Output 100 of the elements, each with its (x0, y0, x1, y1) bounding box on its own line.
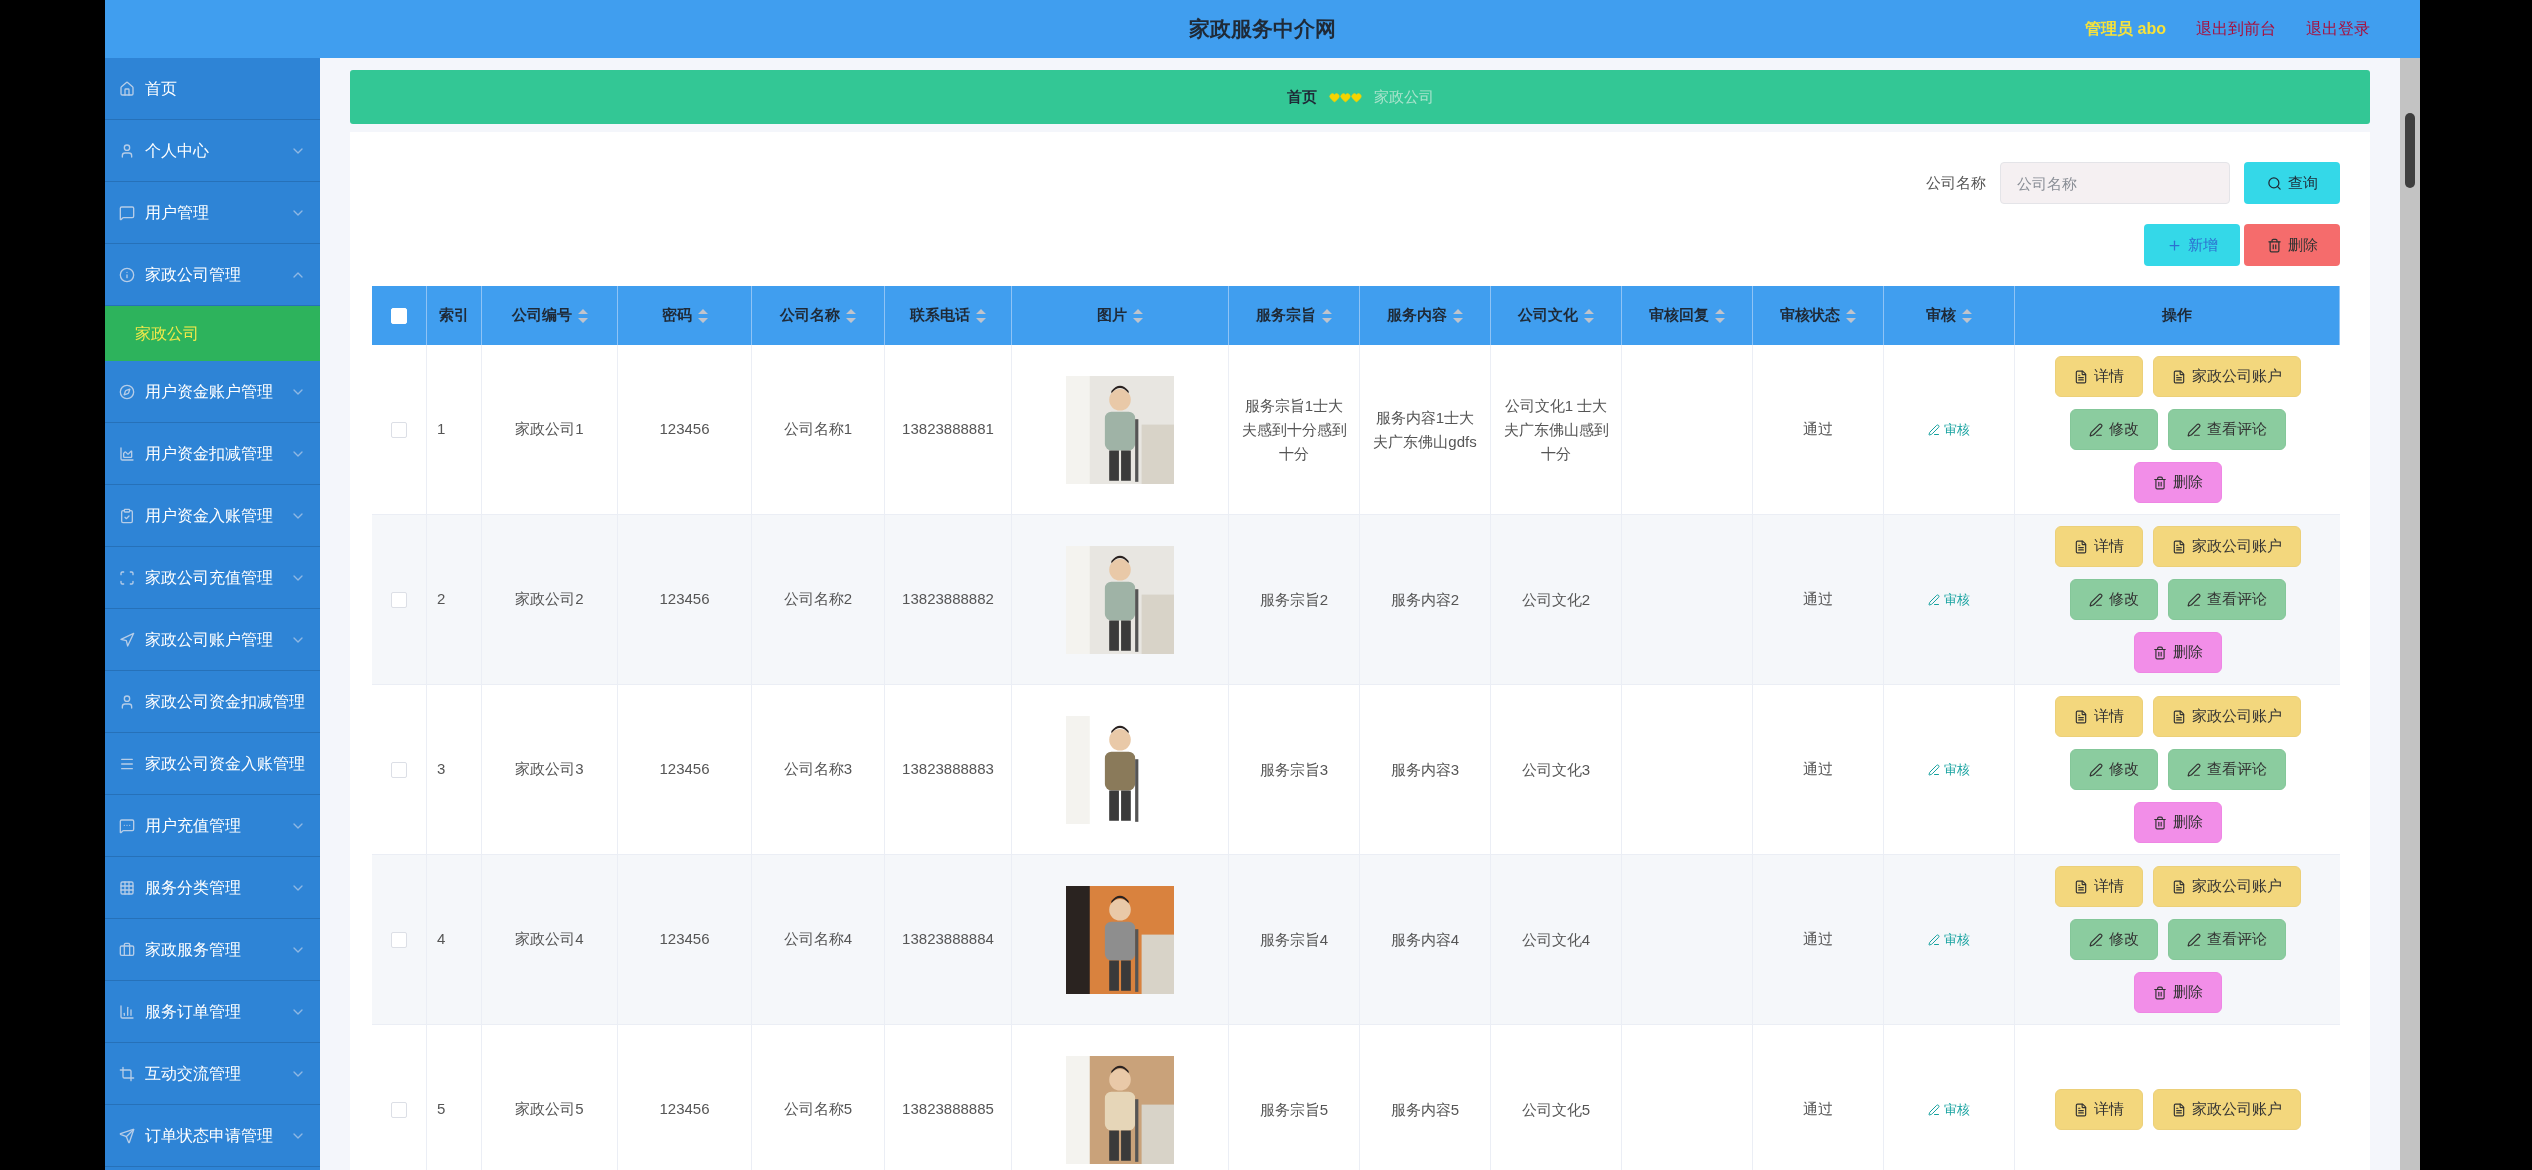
sidebar-item[interactable]: 用户资金扣减管理 (105, 423, 320, 485)
search-label: 公司名称 (1926, 172, 1986, 193)
action-button[interactable]: 查看评论 (2167, 409, 2286, 450)
table-cell-text: 123456 (659, 419, 710, 440)
checkbox[interactable] (391, 591, 407, 608)
action-button[interactable]: 删除 (2133, 802, 2222, 843)
action-button[interactable]: 查看评论 (2167, 919, 2286, 960)
menu-icon (119, 941, 135, 958)
menu-icon (119, 383, 135, 400)
action-button[interactable]: 查看评论 (2167, 749, 2286, 790)
sidebar-item[interactable]: 互动交流管理 (105, 1043, 320, 1105)
action-button[interactable]: 详情 (2054, 356, 2143, 397)
action-button[interactable]: 删除 (2133, 972, 2222, 1013)
table-cell-text: 4 (437, 929, 446, 950)
menu-icon (119, 631, 135, 648)
action-button[interactable]: 修改 (2069, 749, 2158, 790)
sort-icon[interactable] (846, 308, 856, 323)
sidebar-item[interactable]: 用户资金账户管理 (105, 361, 320, 423)
table-cell-text: 13823888883 (902, 759, 994, 780)
sort-icon[interactable] (697, 308, 708, 323)
sort-icon[interactable] (1322, 308, 1332, 323)
table-cell-text: 家政公司2 (515, 589, 584, 610)
action-button[interactable]: 家政公司账户 (2152, 356, 2301, 397)
search-button[interactable]: 查询 (2244, 162, 2340, 204)
action-button[interactable]: 家政公司账户 (2152, 696, 2301, 737)
action-button[interactable]: 详情 (2054, 696, 2143, 737)
review-link[interactable]: 审核 (1928, 1099, 1970, 1120)
checkbox[interactable] (391, 761, 407, 778)
table-cell-text: 服务内容3 (1390, 759, 1460, 780)
search-field[interactable]: 公司名称 (2000, 162, 2230, 204)
sidebar-item[interactable]: 首页 (105, 58, 320, 120)
table-cell-text: 公司名称5 (783, 1099, 853, 1120)
table-cell-text: 服务宗旨3 (1259, 759, 1329, 780)
action-button[interactable]: 家政公司账户 (2152, 526, 2301, 567)
sidebar-item[interactable]: 订单状态申请管理 (105, 1105, 320, 1167)
document-icon (2073, 539, 2088, 554)
trash-icon (2152, 985, 2167, 1000)
header-link[interactable]: 退出登录 (2306, 17, 2370, 41)
delete-button[interactable]: 删除 (2244, 224, 2340, 266)
table-cell-text: 123456 (659, 759, 710, 780)
action-button[interactable]: 家政公司账户 (2152, 866, 2301, 907)
pencil-icon (1928, 933, 1940, 946)
table-cell-text: 通过 (1803, 759, 1833, 780)
pencil-icon (2088, 932, 2103, 947)
table-cell-text: 13823888882 (902, 589, 994, 610)
sidebar-item[interactable]: 用户管理 (105, 182, 320, 244)
add-button[interactable]: 新增 (2144, 224, 2240, 266)
sidebar-item[interactable]: 家政公司资金扣减管理 (105, 671, 320, 733)
action-button[interactable]: 修改 (2069, 579, 2158, 620)
action-button[interactable]: 删除 (2133, 462, 2222, 503)
action-button[interactable]: 家政公司账户 (2152, 1089, 2301, 1130)
menu-icon (119, 445, 135, 462)
menu-icon (119, 266, 135, 283)
table-cell-text: 通过 (1803, 589, 1833, 610)
heart-icon (1339, 91, 1351, 103)
sort-icon[interactable] (1133, 308, 1143, 323)
sidebar-item[interactable]: 家政公司充值管理 (105, 547, 320, 609)
action-button[interactable]: 删除 (2133, 632, 2222, 673)
sidebar-item[interactable]: 家政公司账户管理 (105, 609, 320, 671)
sort-icon[interactable] (577, 308, 588, 323)
review-link[interactable]: 审核 (1928, 759, 1970, 780)
pencil-icon (2088, 592, 2103, 607)
table-cell-text: 家政公司3 (515, 759, 584, 780)
sort-icon[interactable] (1846, 308, 1856, 323)
sort-icon[interactable] (1962, 308, 1972, 323)
header-link[interactable]: 退出到前台 (2196, 17, 2276, 41)
document-icon (2171, 709, 2186, 724)
action-button[interactable]: 修改 (2069, 409, 2158, 450)
sort-icon[interactable] (976, 308, 986, 323)
sidebar-item[interactable]: 家政服务管理 (105, 919, 320, 981)
table-cell-text: 公司名称4 (783, 929, 853, 950)
action-button[interactable]: 修改 (2069, 919, 2158, 960)
sort-icon[interactable] (1584, 308, 1594, 323)
sidebar-item[interactable]: 服务分类管理 (105, 857, 320, 919)
action-button[interactable]: 详情 (2054, 1089, 2143, 1130)
sidebar-item[interactable]: 个人中心 (105, 120, 320, 182)
checkbox[interactable] (391, 421, 407, 438)
action-button[interactable]: 详情 (2054, 866, 2143, 907)
scrollbar[interactable] (2400, 58, 2420, 1170)
review-link[interactable]: 审核 (1928, 589, 1970, 610)
action-button[interactable]: 查看评论 (2167, 579, 2286, 620)
breadcrumb-link[interactable]: 首页 (1286, 85, 1317, 109)
checkbox[interactable] (391, 931, 407, 948)
table-cell-text: 服务宗旨2 (1259, 589, 1329, 610)
table-cell-text: 1 (437, 419, 446, 440)
table-cell-text: 家政公司1 (515, 419, 584, 440)
menu-icon (119, 204, 135, 221)
review-link[interactable]: 审核 (1928, 419, 1970, 440)
review-link[interactable]: 审核 (1928, 929, 1970, 950)
menu-icon (119, 693, 135, 710)
sidebar-item[interactable]: 用户充值管理 (105, 795, 320, 857)
sort-icon[interactable] (1453, 308, 1463, 323)
menu-icon (119, 142, 135, 159)
sort-icon[interactable] (1715, 308, 1725, 323)
checkbox[interactable] (391, 1101, 407, 1118)
admin-name: 管理员 abo (2085, 19, 2166, 39)
sidebar-item[interactable]: 用户资金入账管理 (105, 485, 320, 547)
sidebar-item[interactable]: 家政公司资金入账管理 (105, 733, 320, 795)
action-button[interactable]: 详情 (2054, 526, 2143, 567)
sidebar-item[interactable]: 服务订单管理 (105, 981, 320, 1043)
